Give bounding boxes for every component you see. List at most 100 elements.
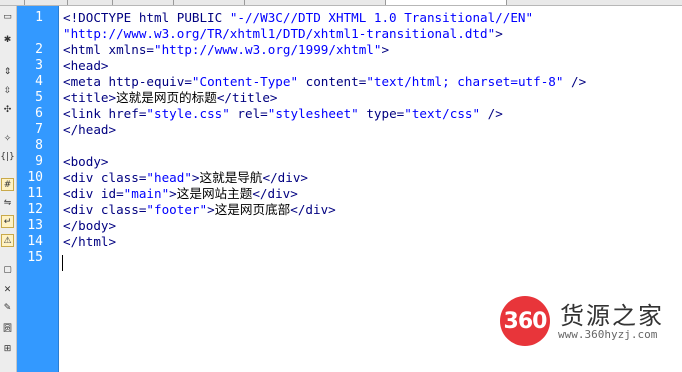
- toolbar-button[interactable]: [174, 0, 245, 5]
- line-number: 12: [27, 202, 43, 217]
- code-line: <div id="main">这是网站主题</div>: [63, 186, 298, 202]
- code-tag: >: [495, 26, 503, 41]
- code-tag: <div: [63, 202, 101, 217]
- line-number: 13: [27, 218, 43, 233]
- code-tag: </div>: [262, 170, 308, 185]
- code-attribute: class=: [100, 202, 147, 217]
- select-parent-tag-icon[interactable]: ✧: [1, 132, 14, 145]
- line-number: 11: [27, 186, 43, 201]
- code-value: "text/html; charset=utf-8": [366, 74, 564, 89]
- code-tag: <body>: [63, 154, 109, 169]
- code-line: "http://www.w3.org/TR/xhtml1/DTD/xhtml1-…: [63, 26, 503, 42]
- line-number: 14: [27, 234, 43, 249]
- code-value: "head": [146, 170, 192, 185]
- code-tag: >: [207, 202, 215, 217]
- code-tag: </body>: [63, 218, 117, 233]
- line-number: 5: [35, 90, 43, 105]
- line-number: 10: [27, 170, 43, 185]
- code-line: <title>这就是网页的标题</title>: [63, 90, 278, 106]
- line-number: 1: [35, 10, 43, 25]
- apply-comment-icon[interactable]: ▢: [1, 263, 14, 276]
- watermark-name: 货源之家: [560, 302, 664, 330]
- line-number: 7: [35, 122, 43, 137]
- watermark-url: www.360hyzj.com: [558, 328, 658, 341]
- toolbar-button[interactable]: [25, 0, 68, 5]
- open-documents-icon[interactable]: ▭: [1, 10, 14, 23]
- code-line: <html xmlns="http://www.w3.org/1999/xhtm…: [63, 42, 389, 58]
- text-caret: [62, 255, 63, 271]
- code-attribute: href=: [108, 106, 147, 121]
- collapse-full-tag-icon[interactable]: ⇕: [1, 65, 14, 78]
- code-tag: </head>: [63, 122, 117, 137]
- line-number: 6: [35, 106, 43, 121]
- code-tag: </html>: [63, 234, 117, 249]
- toolbar-button[interactable]: [113, 0, 174, 5]
- code-value: "http://www.w3.org/1999/xhtml": [154, 42, 382, 57]
- code-value: "footer": [146, 202, 208, 217]
- code-value: "http://www.w3.org/TR/xhtml1/DTD/xhtml1-…: [63, 26, 496, 41]
- line-number: 4: [35, 74, 43, 89]
- code-value: "main": [123, 186, 170, 201]
- code-value: "-//W3C//DTD XHTML 1.0 Transitional//EN": [229, 10, 534, 25]
- code-line: <meta http-equiv="Content-Type" content=…: [63, 74, 586, 90]
- move-css-icon[interactable]: ⊞: [1, 342, 14, 355]
- code-value: "text/css": [404, 106, 481, 121]
- expand-all-icon[interactable]: ✣: [1, 103, 14, 116]
- watermark: 360 货源之家 www.360hyzj.com: [500, 294, 680, 348]
- code-text: 这是网站主题: [176, 186, 253, 201]
- collapse-selection-icon[interactable]: ⇳: [1, 84, 14, 97]
- code-line: <div class="footer">这是网页底部</div>: [63, 202, 336, 218]
- code-attribute: xmlns=: [108, 42, 155, 57]
- code-tag: <head>: [63, 58, 109, 73]
- code-tag: />: [563, 74, 587, 89]
- code-tag: >: [191, 170, 200, 185]
- code-tag: <title>: [63, 90, 117, 105]
- code-tag: </div>: [252, 186, 298, 201]
- code-line: </html>: [63, 234, 116, 250]
- toolbar-field[interactable]: [386, 0, 507, 5]
- toolbar-button[interactable]: [68, 0, 113, 5]
- code-attribute: class=: [100, 170, 147, 185]
- code-attribute: http-equiv=: [108, 74, 192, 89]
- watermark-badge: 360: [500, 296, 550, 346]
- code-tag: </title>: [216, 90, 278, 105]
- code-line: <body>: [63, 154, 109, 170]
- code-tag: />: [480, 106, 503, 121]
- code-tag: <!DOCTYPE html PUBLIC: [63, 10, 230, 25]
- wrap-tag-icon[interactable]: ✎: [1, 301, 14, 314]
- toolbar-button[interactable]: [0, 0, 25, 5]
- code-text: 这就是网页的标题: [116, 90, 217, 105]
- line-number: 8: [35, 138, 43, 153]
- show-code-navigator-icon[interactable]: ✱: [1, 33, 14, 46]
- code-tag: <meta: [63, 74, 109, 89]
- code-text: 这就是导航: [199, 170, 263, 185]
- code-line: <div class="head">这就是导航</div>: [63, 170, 308, 186]
- syntax-error-alerts-icon[interactable]: ⚠: [1, 234, 14, 247]
- balance-braces-icon[interactable]: {|}: [0, 150, 14, 163]
- code-attribute: rel=: [229, 106, 268, 121]
- recent-snippets-icon[interactable]: 圆: [1, 321, 14, 334]
- line-number: 15: [27, 250, 43, 265]
- code-value: "stylesheet": [267, 106, 359, 121]
- remove-comment-icon[interactable]: ✕: [1, 283, 14, 296]
- code-attribute: id=: [100, 186, 124, 201]
- code-value: "style.css": [146, 106, 230, 121]
- toolbar-button[interactable]: [245, 0, 386, 5]
- code-tag: >: [169, 186, 177, 201]
- line-number-gutter: 1 2 3 4 5 6 7 8 9 10 11 12 13 14 15: [17, 6, 59, 372]
- code-tag: >: [381, 42, 390, 57]
- word-wrap-icon[interactable]: ↵: [1, 215, 14, 228]
- code-value: "Content-Type": [191, 74, 299, 89]
- code-line: </head>: [63, 122, 116, 138]
- line-number: 3: [35, 58, 43, 73]
- code-attribute: type=: [358, 106, 405, 121]
- line-number: 2: [35, 42, 43, 57]
- code-text: 这是网页底部: [214, 202, 291, 217]
- line-numbers-icon[interactable]: #: [1, 178, 14, 191]
- code-line: <head>: [63, 58, 109, 74]
- code-attribute: content=: [298, 74, 367, 89]
- highlight-invalid-code-icon[interactable]: ⇋: [1, 196, 14, 209]
- code-tag: <link: [63, 106, 109, 121]
- code-line: </body>: [63, 218, 116, 234]
- code-tag: <div: [63, 186, 101, 201]
